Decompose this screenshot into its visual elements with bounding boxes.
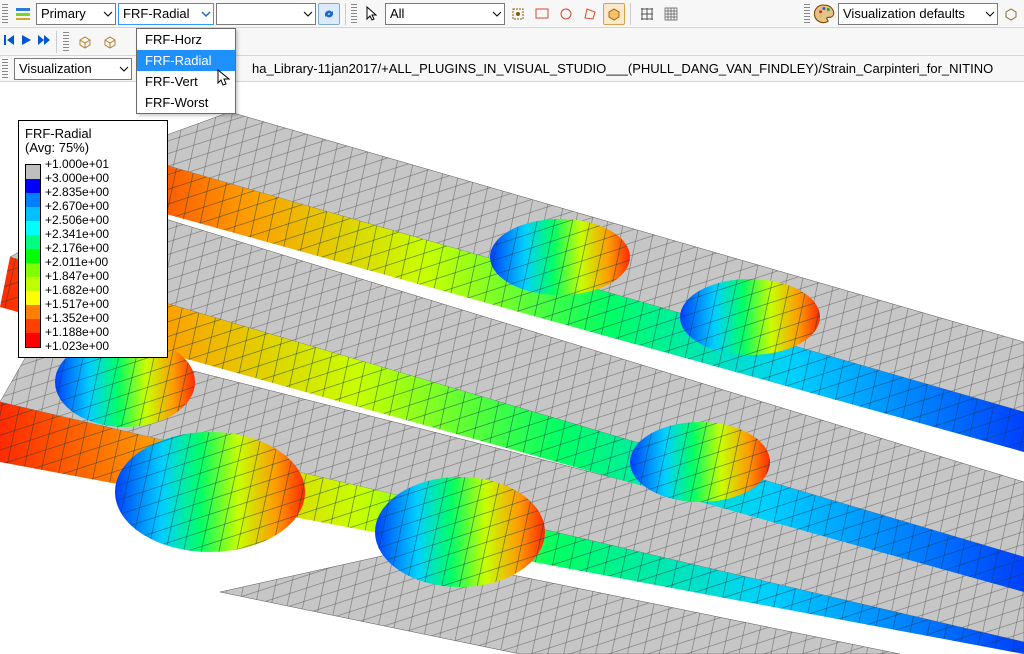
field-name-combo[interactable]: FRF-Radial: [118, 3, 214, 25]
render-style-combo[interactable]: Visualization defaults: [838, 3, 998, 25]
legend-colorbar: [25, 164, 41, 348]
chevron-down-icon: [488, 9, 502, 19]
legend-title: FRF-Radial: [25, 127, 161, 141]
toolbar-grip[interactable]: [63, 32, 69, 52]
variable-type-combo[interactable]: Primary: [36, 3, 116, 25]
legend-avg: (Avg: 75%): [25, 141, 161, 155]
play-icon[interactable]: [19, 33, 33, 50]
perspective-icon[interactable]: [1000, 3, 1022, 25]
dropdown-item-selected[interactable]: FRF-Radial: [137, 50, 235, 71]
select-inside-icon[interactable]: [507, 3, 529, 25]
poly-select-icon[interactable]: [579, 3, 601, 25]
legend-values: +1.000e+01 +3.000e+00 +2.835e+00 +2.670e…: [45, 157, 109, 353]
selection-filter-value: All: [390, 6, 404, 21]
chevron-down-icon: [99, 9, 113, 19]
dropdown-item[interactable]: FRF-Horz: [137, 29, 235, 50]
chevron-down-icon: [197, 9, 211, 19]
pointer-icon[interactable]: [361, 3, 383, 25]
chevron-down-icon: [299, 9, 313, 19]
toolbar-grip[interactable]: [351, 4, 357, 24]
grid-coarse-icon[interactable]: [636, 3, 658, 25]
wire-box2-icon[interactable]: [99, 31, 121, 53]
separator: [630, 3, 631, 25]
chevron-down-icon: [115, 64, 129, 74]
contour-legend: FRF-Radial (Avg: 75%) +1.000e+01 +3.000e…: [18, 120, 168, 358]
toolbar-grip[interactable]: [804, 4, 810, 24]
fast-forward-icon[interactable]: [36, 33, 50, 50]
wire-box-icon[interactable]: [74, 31, 96, 53]
render-style-value: Visualization defaults: [843, 6, 965, 21]
dropdown-item[interactable]: FRF-Worst: [137, 92, 235, 113]
breadcrumb: ha_Library-11jan2017/+ALL_PLUGINS_IN_VIS…: [252, 61, 993, 76]
cursor-icon: [217, 69, 231, 90]
toolbar-grip[interactable]: [2, 59, 8, 79]
toolbar-grip[interactable]: [2, 4, 8, 24]
box-select-icon[interactable]: [603, 3, 625, 25]
separator: [345, 3, 346, 25]
palette-icon[interactable]: [814, 3, 836, 25]
field-name-value: FRF-Radial: [123, 6, 189, 21]
toolbar-main: Primary FRF-Radial All Visualization def…: [0, 0, 1024, 28]
grid-fine-icon[interactable]: [660, 3, 682, 25]
variable-type-value: Primary: [41, 6, 86, 21]
separator: [56, 31, 57, 53]
module-combo[interactable]: Visualization: [14, 58, 132, 80]
module-value: Visualization: [19, 61, 92, 76]
selection-filter-combo[interactable]: All: [385, 3, 505, 25]
rect-select-icon[interactable]: [531, 3, 553, 25]
field-output-icon[interactable]: [12, 3, 34, 25]
circle-select-icon[interactable]: [555, 3, 577, 25]
component-combo[interactable]: [216, 3, 316, 25]
chevron-down-icon: [981, 9, 995, 19]
rewind-icon[interactable]: [2, 33, 16, 50]
sync-icon[interactable]: [318, 3, 340, 25]
